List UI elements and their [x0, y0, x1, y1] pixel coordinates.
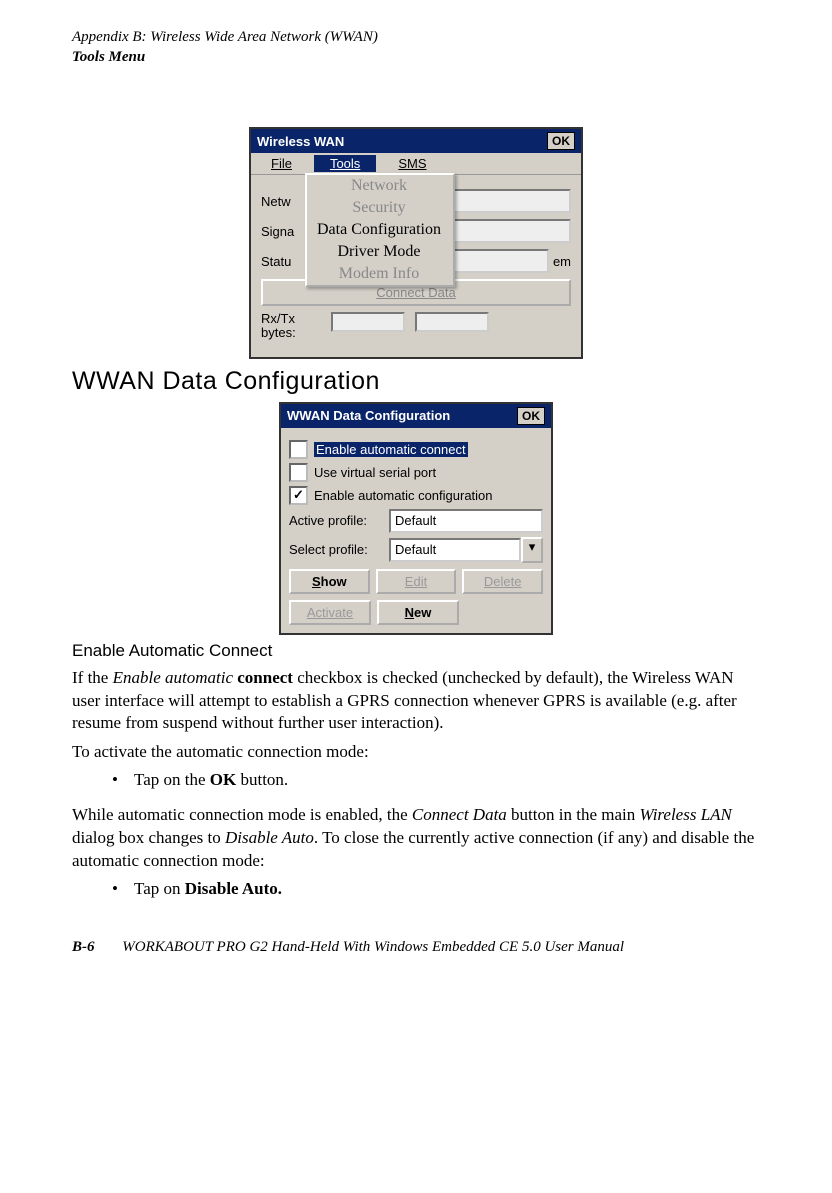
delete-button[interactable]: Delete [462, 569, 543, 594]
page-number: B-6 [72, 939, 95, 955]
activate-button[interactable]: Activate [289, 600, 371, 625]
select-profile-combo[interactable]: Default [389, 538, 521, 562]
new-button[interactable]: New [377, 600, 459, 625]
titlebar: Wireless WAN OK [251, 129, 581, 153]
chk-auto-config[interactable] [289, 486, 308, 505]
edit-button[interactable]: Edit [376, 569, 457, 594]
rx-field [331, 312, 405, 332]
section-title: WWAN Data Configuration [72, 367, 760, 396]
dropdown-network[interactable]: Network [307, 175, 453, 197]
ok-button[interactable]: OK [547, 132, 575, 150]
wwan-data-config-window: WWAN Data Configuration OK Enable automa… [279, 402, 553, 635]
menu-tools[interactable]: Tools [314, 155, 376, 172]
window-title2: WWAN Data Configuration [287, 408, 517, 423]
footer: B-6 WORKABOUT PRO G2 Hand-Held With Wind… [72, 939, 760, 956]
footer-text: WORKABOUT PRO G2 Hand-Held With Windows … [122, 939, 624, 955]
combo-arrow-icon[interactable]: ▾ [521, 537, 543, 563]
dropdown-security[interactable]: Security [307, 197, 453, 219]
bullet1: Tap on the OK button. [112, 770, 760, 790]
para3: While automatic connection mode is enabl… [72, 804, 760, 873]
em-text: em [553, 254, 571, 269]
menu-file[interactable]: File [255, 155, 308, 172]
menubar: File Tools SMS [251, 153, 581, 175]
header-line1: Appendix B: Wireless Wide Area Network (… [72, 28, 760, 48]
header-line2: Tools Menu [72, 48, 760, 68]
para1: If the Enable automatic connect checkbox… [72, 667, 760, 736]
rxtx-label: Rx/Tx bytes: [261, 312, 331, 341]
chk-auto-connect[interactable] [289, 440, 308, 459]
tx-field [415, 312, 489, 332]
bullet2: Tap on Disable Auto. [112, 879, 760, 899]
window-title: Wireless WAN [257, 134, 547, 149]
page-header: Appendix B: Wireless Wide Area Network (… [72, 28, 760, 67]
active-profile-field: Default [389, 509, 543, 533]
ok-button2[interactable]: OK [517, 407, 545, 425]
chk-auto-connect-label: Enable automatic connect [314, 442, 468, 457]
menu-sms[interactable]: SMS [382, 155, 442, 172]
chk-virtual-serial[interactable] [289, 463, 308, 482]
dropdown-modeminfo[interactable]: Modem Info [307, 263, 453, 285]
dropdown-drivermode[interactable]: Driver Mode [307, 241, 453, 263]
tools-dropdown: Network Security Data Configuration Driv… [305, 173, 455, 287]
titlebar2: WWAN Data Configuration OK [281, 404, 551, 428]
chk-virtual-serial-label: Use virtual serial port [314, 465, 436, 480]
dropdown-dataconfig[interactable]: Data Configuration [307, 219, 453, 241]
para2: To activate the automatic connection mod… [72, 741, 760, 764]
chk-auto-config-label: Enable automatic configuration [314, 488, 493, 503]
select-profile-label: Select profile: [289, 542, 389, 557]
show-button[interactable]: Show [289, 569, 370, 594]
active-profile-label: Active profile: [289, 513, 389, 528]
subheading: Enable Automatic Connect [72, 641, 760, 661]
